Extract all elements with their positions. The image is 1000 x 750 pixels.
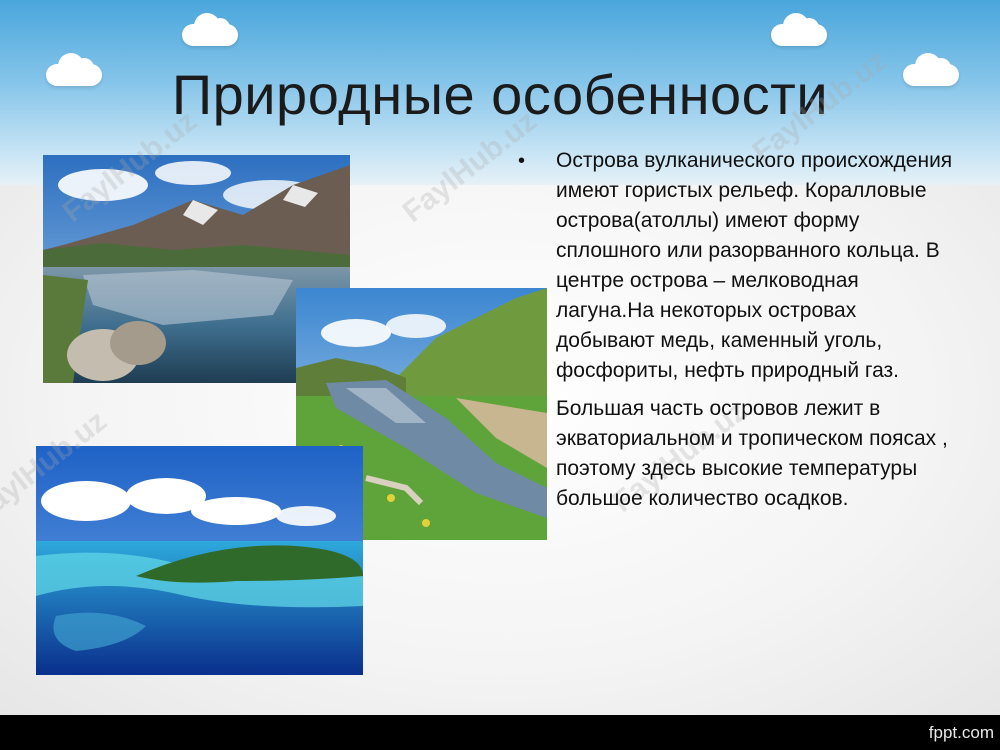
- paragraph-volcanic-islands: • Острова вулканического происхождения и…: [518, 146, 958, 386]
- slide-text-block: • Острова вулканического происхождения и…: [518, 146, 958, 514]
- tropical-island-photo: [36, 446, 363, 675]
- footer-bar: fppt.com: [0, 715, 1000, 750]
- paragraph-1-text: Острова вулканического происхождения име…: [556, 149, 953, 382]
- footer-brand: fppt.com: [928, 723, 994, 742]
- cloud-icon: [771, 13, 827, 46]
- paragraph-climate-text: Большая часть островов лежит в экваториа…: [556, 397, 948, 510]
- slide-title: Природные особенности: [171, 63, 829, 126]
- cloud-icon: [182, 13, 238, 46]
- bullet-icon: •: [518, 150, 526, 172]
